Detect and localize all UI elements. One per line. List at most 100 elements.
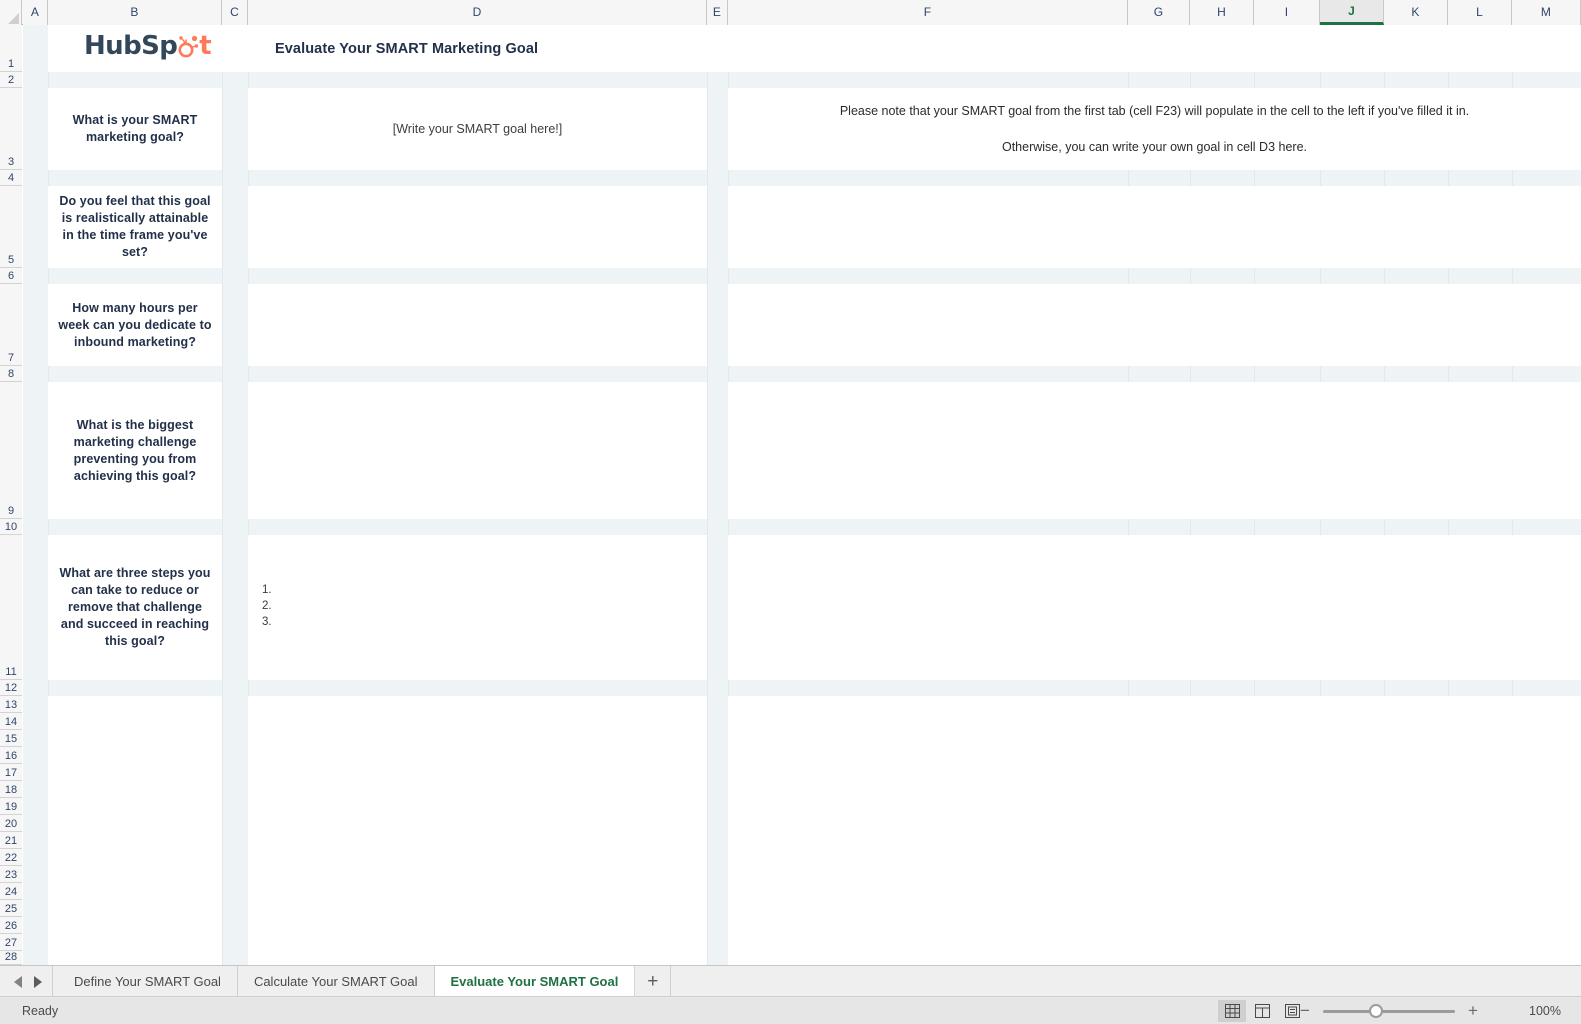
row-header-label: 19	[4, 801, 18, 813]
spreadsheet-app: ABCDEFGHIJKLM 1 2 3 4 5 6 7 8 9 10 11 12 13 14 15 16 17 1…	[0, 0, 1581, 1024]
note-cell-f5[interactable]	[728, 186, 1581, 268]
sheet-tab-1[interactable]: Define Your SMART Goal	[58, 966, 238, 997]
column-header-e[interactable]: E	[707, 0, 728, 25]
question-label-cell-b3[interactable]: What is your SMART marketing goal?	[48, 88, 222, 170]
row-header-18[interactable]: 18	[0, 781, 22, 798]
zoom-slider-handle[interactable]	[1369, 1004, 1383, 1018]
answer-cell-d11[interactable]: 1. 2. 3.	[248, 535, 707, 680]
row-header-19[interactable]: 19	[0, 798, 22, 815]
row-header-16[interactable]: 16	[0, 747, 22, 764]
row-header-13[interactable]: 13	[0, 696, 22, 713]
select-all-corner[interactable]	[0, 0, 22, 25]
note-cell-f13[interactable]	[728, 696, 1581, 965]
question-label-text: Do you feel that this goal is realistica…	[59, 194, 211, 259]
column-header-i[interactable]: I	[1254, 0, 1320, 25]
zoom-level-label[interactable]: 100%	[1529, 997, 1561, 1024]
column-header-b[interactable]: B	[48, 0, 222, 25]
column-header-m[interactable]: M	[1512, 0, 1581, 25]
answer-cell-d9[interactable]	[248, 382, 707, 519]
row-header-4[interactable]: 4	[0, 170, 22, 186]
column-header-k[interactable]: K	[1384, 0, 1448, 25]
row-header-21[interactable]: 21	[0, 832, 22, 849]
triangle-right-icon[interactable]	[34, 975, 42, 988]
sheet-tab-bar: Define Your SMART Goal Calculate Your SMA…	[0, 965, 1581, 997]
note-cell-f11[interactable]	[728, 535, 1581, 680]
row-header-23[interactable]: 23	[0, 866, 22, 883]
zoom-out-button[interactable]: −	[1297, 1002, 1313, 1019]
zoom-controls: − +	[1297, 997, 1481, 1024]
column-header-f[interactable]: F	[728, 0, 1128, 25]
question-label-cell-b7[interactable]: How many hours per week can you dedicate…	[48, 284, 222, 366]
row-header-label: 25	[4, 903, 18, 915]
answer-cell-d5[interactable]	[248, 186, 707, 268]
answer-cell-d13[interactable]	[248, 696, 707, 965]
triangle-left-icon[interactable]	[14, 975, 22, 988]
add-sheet-button[interactable]: +	[635, 966, 672, 997]
zoom-slider[interactable]	[1323, 1003, 1455, 1019]
hubspot-logo: HubSp t	[84, 31, 212, 61]
row-header-label: 26	[4, 920, 18, 932]
row-header-20[interactable]: 20	[0, 815, 22, 832]
hubspot-sprocket-icon	[177, 34, 199, 60]
column-header-d[interactable]: D	[248, 0, 707, 25]
step-item-1: 1.	[262, 584, 272, 596]
row-header-label: 14	[4, 716, 18, 728]
row-header-12[interactable]: 12	[0, 680, 22, 696]
sheet-grid[interactable]: HubSp t Evaluate Your SMART Marketing Goa…	[23, 25, 1581, 965]
row-header-11[interactable]: 11	[0, 535, 22, 680]
zoom-in-button[interactable]: +	[1465, 1002, 1481, 1019]
logo-text-orange: t	[199, 31, 212, 61]
row-header-9[interactable]: 9	[0, 382, 22, 519]
column-header-a[interactable]: A	[23, 0, 48, 25]
row-header-label: 8	[7, 368, 15, 380]
row-header-label: 2	[7, 74, 15, 86]
row-header-label: 21	[4, 835, 18, 847]
row-header-17[interactable]: 17	[0, 764, 22, 781]
answer-cell-d3[interactable]: [Write your SMART goal here!]	[248, 88, 707, 170]
row-header-24[interactable]: 24	[0, 883, 22, 900]
column-header-h[interactable]: H	[1190, 0, 1254, 25]
column-header-c[interactable]: C	[222, 0, 248, 25]
goal-placeholder-text: [Write your SMART goal here!]	[392, 122, 563, 136]
row-header-25[interactable]: 25	[0, 900, 22, 917]
row-header-5[interactable]: 5	[0, 186, 22, 268]
question-label-cell-b11[interactable]: What are three steps you can take to red…	[48, 535, 222, 680]
normal-view-button[interactable]	[1218, 1000, 1246, 1022]
column-header-l[interactable]: L	[1448, 0, 1512, 25]
note-cell-f3[interactable]: Please note that your SMART goal from th…	[728, 88, 1581, 170]
row-header-1[interactable]: 1	[0, 25, 22, 72]
status-bar: Ready − + 100%	[0, 996, 1581, 1024]
row-header-6[interactable]: 6	[0, 268, 22, 284]
status-text: Ready	[22, 1004, 59, 1018]
question-label-cell-b5[interactable]: Do you feel that this goal is realistica…	[48, 186, 222, 268]
row-header-label: 17	[4, 767, 18, 779]
sheet-tab-2[interactable]: Calculate Your SMART Goal	[237, 966, 435, 997]
row-header-8[interactable]: 8	[0, 366, 22, 382]
row-header-22[interactable]: 22	[0, 849, 22, 866]
column-header-g[interactable]: G	[1128, 0, 1190, 25]
column-header-bar: ABCDEFGHIJKLM	[0, 0, 1581, 25]
question-label-cell-b9[interactable]: What is the biggest marketing challenge …	[48, 382, 222, 519]
step-item-2: 2.	[262, 600, 272, 612]
row-header-28[interactable]: 28	[0, 951, 22, 965]
row-header-label: 3	[7, 156, 15, 168]
row-header-14[interactable]: 14	[0, 713, 22, 730]
row-header-7[interactable]: 7	[0, 284, 22, 366]
row-header-27[interactable]: 27	[0, 934, 22, 951]
row-header-3[interactable]: 3	[0, 88, 22, 170]
row-header-label: 15	[4, 733, 18, 745]
row-header-2[interactable]: 2	[0, 72, 22, 88]
note-cell-f9[interactable]	[728, 382, 1581, 519]
row-header-10[interactable]: 10	[0, 519, 22, 535]
column-header-j[interactable]: J	[1320, 0, 1384, 25]
page-layout-view-button[interactable]	[1248, 1000, 1276, 1022]
page-layout-icon	[1254, 1004, 1270, 1018]
answer-cell-d7[interactable]	[248, 284, 707, 366]
row-header-26[interactable]: 26	[0, 917, 22, 934]
row-header-15[interactable]: 15	[0, 730, 22, 747]
sheet-tab-3[interactable]: Evaluate Your SMART Goal	[434, 966, 636, 997]
question-label-cell-b13[interactable]	[48, 696, 222, 965]
note-cell-f7[interactable]	[728, 284, 1581, 366]
row-header-label: 12	[4, 682, 18, 694]
logo-text-dark: HubSp	[84, 31, 178, 61]
